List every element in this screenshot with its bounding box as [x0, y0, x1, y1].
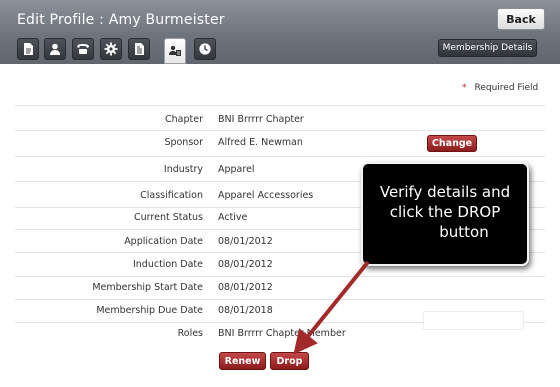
tab-history[interactable] [194, 38, 216, 60]
membership-icon [169, 45, 181, 56]
tab-profile[interactable] [17, 38, 39, 60]
clock-icon [199, 43, 211, 55]
tab-membership[interactable] [164, 38, 186, 64]
drop-button[interactable]: Drop [270, 352, 309, 370]
callout-line-1: Verify details and [379, 183, 511, 201]
field-label-application-date: Application Date [124, 236, 203, 247]
page-title: Edit Profile : Amy Burmeister [17, 12, 225, 28]
required-field-label: Required Field [474, 83, 539, 93]
field-label-roles: Roles [177, 328, 203, 339]
tab-details[interactable] [128, 38, 150, 60]
list-document-icon [135, 43, 144, 55]
profile-header: Edit Profile : Amy Burmeister Back Membe… [0, 0, 560, 64]
document-icon [24, 43, 33, 55]
field-value-classification: Apparel Accessories [218, 190, 314, 201]
field-value-roles: BNI Brrrrr Chapter-Member [218, 328, 346, 339]
divider [15, 299, 545, 300]
field-label-industry: Industry [163, 164, 203, 175]
change-sponsor-button[interactable]: Change [427, 135, 477, 152]
field-value-chapter: BNI Brrrrr Chapter [218, 114, 304, 125]
instruction-callout: Verify details and click the DROP button [361, 162, 529, 266]
field-label-sponsor: Sponsor [164, 137, 203, 148]
field-label-classification: Classification [140, 190, 203, 201]
callout-line-2: click the DROP [389, 203, 501, 221]
callout-line-3: button [439, 223, 489, 241]
field-value-induction-date: 08/01/2012 [218, 259, 273, 270]
field-value-membership-due-date: 08/01/2018 [218, 305, 273, 316]
field-value-membership-start-date: 08/01/2012 [218, 282, 273, 293]
tab-contact[interactable] [72, 38, 94, 60]
field-value-industry: Apparel [218, 164, 255, 175]
gear-icon [104, 42, 118, 56]
empty-field-box [423, 311, 524, 330]
required-marker: * [462, 83, 467, 93]
field-label-induction-date: Induction Date [132, 259, 203, 270]
tab-personal[interactable] [44, 38, 66, 60]
divider [15, 156, 545, 157]
field-value-current-status: Active [218, 212, 248, 223]
field-label-chapter: Chapter [165, 114, 203, 125]
divider [15, 105, 545, 106]
field-value-application-date: 08/01/2012 [218, 236, 273, 247]
divider [15, 130, 545, 131]
field-label-current-status: Current Status [134, 212, 203, 223]
field-label-membership-start-date: Membership Start Date [92, 282, 203, 293]
field-value-sponsor: Alfred E. Newman [218, 137, 303, 148]
field-label-membership-due-date: Membership Due Date [96, 305, 203, 316]
divider [15, 276, 545, 277]
back-button[interactable]: Back [497, 8, 545, 30]
membership-details-button[interactable]: Membership Details [438, 39, 537, 57]
renew-button[interactable]: Renew [219, 352, 266, 370]
required-field-note: * Required Field [462, 83, 538, 93]
tab-settings[interactable] [100, 38, 122, 60]
person-icon [50, 43, 60, 55]
phone-icon [77, 44, 89, 54]
